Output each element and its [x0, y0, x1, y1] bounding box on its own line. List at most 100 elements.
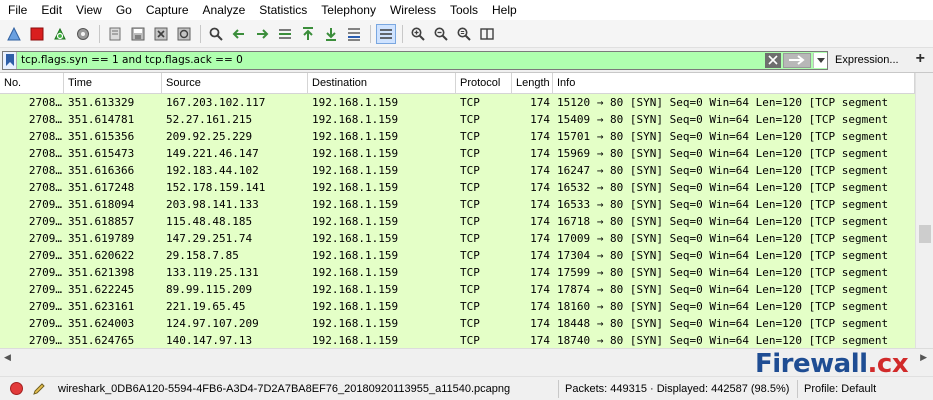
shark-fin-icon[interactable] [4, 24, 24, 44]
expression-button[interactable]: Expression... [835, 54, 899, 66]
column-header-info[interactable]: Info [553, 73, 915, 94]
menu-view[interactable]: View [70, 0, 110, 20]
profile-indicator[interactable]: Profile: Default [804, 383, 876, 395]
packet-cell-len: 174 [530, 317, 550, 330]
packet-row[interactable]: 2709… 351.622245 89.99.115.209 192.168.1.15… [0, 281, 915, 298]
packet-row[interactable]: 2708… 351.616366 192.183.44.102 192.168.1.1… [0, 162, 915, 179]
menu-wireless[interactable]: Wireless [384, 0, 444, 20]
packet-cell-proto: TCP [460, 113, 480, 126]
column-header-length[interactable]: Length [512, 73, 553, 94]
options-gear-icon[interactable] [73, 24, 93, 44]
display-filter-input[interactable] [17, 51, 765, 69]
packet-row[interactable]: 2708… 351.613329 167.203.102.117 192.168.1.… [0, 94, 915, 111]
menu-file[interactable]: File [2, 0, 35, 20]
go-back-icon[interactable] [229, 24, 249, 44]
menu-help[interactable]: Help [486, 0, 525, 20]
clear-filter-button[interactable] [765, 52, 781, 68]
column-header-destination[interactable]: Destination [308, 73, 456, 94]
packet-row[interactable]: 2709… 351.624765 140.147.97.13 192.168.1.15… [0, 332, 915, 348]
toolbar-separator [200, 24, 201, 43]
packet-cell-no: 2709… [28, 215, 62, 228]
packet-cell-src: 203.98.141.133 [166, 198, 259, 211]
packet-row[interactable]: 2709… 351.618857 115.48.48.185 192.168.1.15… [0, 213, 915, 230]
packet-cell-src: 52.27.161.215 [166, 113, 253, 126]
add-filter-button[interactable]: + [916, 51, 925, 67]
packet-cell-info: 15701 → 80 [SYN] Seq=0 Win=64 Len=120 [T… [557, 130, 889, 143]
packet-cell-len: 174 [530, 283, 550, 296]
find-icon[interactable] [206, 24, 226, 44]
packet-cell-dst: 192.168.1.159 [312, 96, 399, 109]
zoom-in-icon[interactable] [408, 24, 428, 44]
packet-cell-time: 351.617248 [68, 181, 135, 194]
packet-cell-info: 17874 → 80 [SYN] Seq=0 Win=64 Len=120 [T… [557, 283, 889, 296]
packet-list-header: No. Time Source Destination Protocol Len… [0, 73, 915, 94]
packet-row[interactable]: 2708… 351.617248 152.178.159.141 192.168.1.… [0, 179, 915, 196]
menu-bar: File Edit View Go Capture Analyze Statistics Te… [0, 0, 933, 20]
go-forward-icon[interactable] [252, 24, 272, 44]
reload-icon[interactable] [174, 24, 194, 44]
menu-edit[interactable]: Edit [35, 0, 70, 20]
resize-columns-icon[interactable] [477, 24, 497, 44]
restart-icon[interactable] [50, 24, 70, 44]
packet-row[interactable]: 2709… 351.621398 133.119.25.131 192.168.1.1… [0, 264, 915, 281]
capture-comment-icon[interactable] [32, 382, 46, 396]
packet-list: No. Time Source Destination Protocol Len… [0, 72, 933, 348]
packet-cell-no: 2709… [28, 300, 62, 313]
packet-cell-proto: TCP [460, 96, 480, 109]
packet-cell-proto: TCP [460, 317, 480, 330]
save-file-icon[interactable] [128, 24, 148, 44]
bookmark-icon[interactable] [3, 51, 17, 69]
colorize-icon[interactable] [376, 23, 396, 44]
packet-row[interactable]: 2708… 351.615356 209.92.25.229 192.168.1.15… [0, 128, 915, 145]
toolbar-separator [402, 24, 403, 43]
vertical-scrollbar[interactable] [915, 73, 933, 348]
go-to-packet-icon[interactable] [275, 24, 295, 44]
packet-cell-time: 351.624003 [68, 317, 135, 330]
packet-cell-len: 174 [530, 130, 550, 143]
packet-cell-len: 174 [530, 334, 550, 347]
packet-row[interactable]: 2708… 351.614781 52.27.161.215 192.168.1.15… [0, 111, 915, 128]
filter-history-dropdown[interactable] [813, 52, 827, 68]
packet-cell-src: 140.147.97.13 [166, 334, 253, 347]
zoom-out-icon[interactable] [431, 24, 451, 44]
vertical-scrollbar-thumb[interactable] [919, 225, 931, 243]
logo-text: Firewall.cx [755, 349, 909, 379]
close-file-icon[interactable] [151, 24, 171, 44]
packet-cell-src: 124.97.107.209 [166, 317, 259, 330]
menu-tools[interactable]: Tools [444, 0, 486, 20]
packet-row[interactable]: 2708… 351.615473 149.221.46.147 192.168.1.1… [0, 145, 915, 162]
packet-cell-src: 133.119.25.131 [166, 266, 259, 279]
packet-cell-time: 351.615356 [68, 130, 135, 143]
column-header-no[interactable]: No. [0, 73, 64, 94]
menu-telephony[interactable]: Telephony [315, 0, 384, 20]
capture-file-name: wireshark_0DB6A120-5594-4FB6-A3D4-7D2A7B… [58, 382, 511, 395]
packet-cell-time: 351.623161 [68, 300, 135, 313]
packet-row[interactable]: 2709… 351.618094 203.98.141.133 192.168.1.1… [0, 196, 915, 213]
column-header-source[interactable]: Source [162, 73, 308, 94]
first-packet-icon[interactable] [298, 24, 318, 44]
menu-go[interactable]: Go [110, 0, 140, 20]
menu-statistics[interactable]: Statistics [253, 0, 315, 20]
apply-filter-button[interactable] [783, 52, 811, 68]
packet-row[interactable]: 2709… 351.619789 147.29.251.74 192.168.1.15… [0, 230, 915, 247]
normal-size-icon[interactable] [454, 24, 474, 44]
packet-cell-proto: TCP [460, 181, 480, 194]
stop-icon[interactable] [27, 24, 47, 44]
autoscroll-icon[interactable] [344, 24, 364, 44]
packet-rows: 2708… 351.613329 167.203.102.117 192.168.1.… [0, 94, 915, 348]
packet-row[interactable]: 2709… 351.624003 124.97.107.209 192.168.1.1… [0, 315, 915, 332]
expert-info-icon[interactable] [10, 382, 23, 395]
packet-cell-proto: TCP [460, 334, 480, 347]
packet-row[interactable]: 2709… 351.620622 29.158.7.85 192.168.1.159 T… [0, 247, 915, 264]
menu-analyze[interactable]: Analyze [197, 0, 254, 20]
menu-capture[interactable]: Capture [140, 0, 197, 20]
packet-cell-no: 2709… [28, 198, 62, 211]
packet-cell-src: 221.19.65.45 [166, 300, 246, 313]
scroll-left-icon[interactable]: ◀ [4, 352, 11, 363]
packet-row[interactable]: 2709… 351.623161 221.19.65.45 192.168.1.159… [0, 298, 915, 315]
column-header-protocol[interactable]: Protocol [456, 73, 512, 94]
column-header-time[interactable]: Time [64, 73, 162, 94]
open-file-icon[interactable] [105, 24, 125, 44]
packet-cell-proto: TCP [460, 215, 480, 228]
last-packet-icon[interactable] [321, 24, 341, 44]
